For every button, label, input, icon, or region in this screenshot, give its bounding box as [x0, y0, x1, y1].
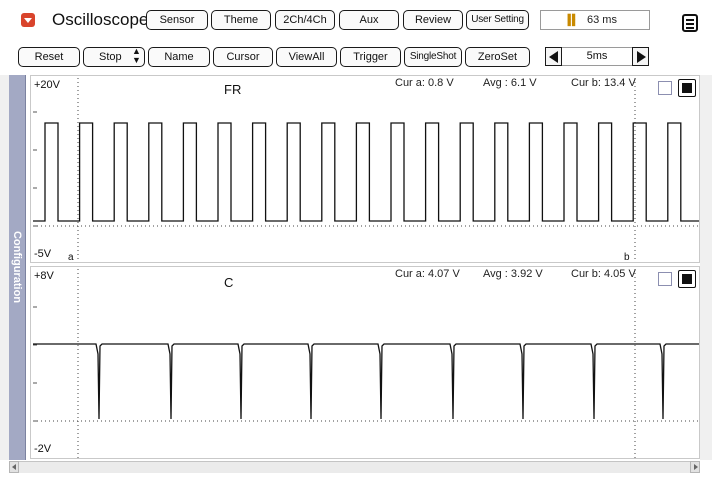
sensor-button[interactable]: Sensor — [146, 10, 208, 30]
scroll-left-button[interactable] — [9, 461, 19, 473]
timebase-increase-button[interactable] — [632, 47, 649, 66]
scroll-right-icon — [694, 464, 698, 470]
name-button[interactable]: Name — [148, 47, 210, 67]
timebase-decrease-button[interactable] — [545, 47, 562, 66]
fr-maximize-icon[interactable] — [678, 79, 696, 97]
c-average-value: Avg : 3.92 V — [483, 268, 543, 280]
channel-panel-c: +8V -2V C Cur a: 4.07 V Avg : 3.92 V Cur b… — [30, 266, 700, 459]
fr-scale-top: +20V — [34, 79, 60, 91]
cursor-button[interactable]: Cursor — [213, 47, 273, 67]
menu-icon[interactable] — [682, 14, 698, 32]
fr-cursor-a-value: Cur a: 0.8 V — [395, 77, 454, 89]
timer-icon: ▮▮ ▮▮ — [567, 12, 576, 27]
reset-button[interactable]: Reset — [18, 47, 80, 67]
single-shot-button[interactable]: SingleShot — [404, 47, 462, 67]
fr-scale-bottom: -5V — [34, 248, 52, 260]
c-readouts: Cur a: 4.07 V Avg : 3.92 V Cur b: 4.05 V — [395, 268, 636, 280]
fr-waveform-plot[interactable] — [31, 76, 700, 263]
left-margin — [0, 75, 9, 460]
c-checkbox-icon[interactable] — [658, 272, 672, 286]
c-scale-bottom: -2V — [34, 443, 52, 455]
channel-panel-fr: +20V -5V a b FR Cur a: 0.8 V Avg : 6.1 VC… — [30, 75, 700, 263]
review-button[interactable]: Review — [403, 10, 463, 30]
c-grid — [33, 269, 699, 458]
c-maximize-icon[interactable] — [678, 270, 696, 288]
configuration-tab-label: Configuration — [11, 230, 23, 304]
right-arrow-icon — [637, 51, 646, 63]
theme-button[interactable]: Theme — [211, 10, 271, 30]
dropdown-arrow-icon[interactable] — [21, 13, 35, 27]
aux-button[interactable]: Aux — [339, 10, 399, 30]
left-arrow-icon — [549, 51, 558, 63]
trigger-button[interactable]: Trigger — [340, 47, 401, 67]
fr-ticks — [33, 111, 37, 227]
c-scale-top: +8V — [34, 270, 54, 282]
timebase-value: 5ms — [562, 47, 632, 66]
top-toolbar: Oscilloscope Sensor Theme 2Ch/4Ch Aux Re… — [0, 0, 712, 74]
fr-cursor-b-value: Cur b: 13.4 V — [571, 77, 636, 89]
c-channel-name[interactable]: C — [224, 275, 233, 290]
configuration-tab[interactable]: Configuration — [9, 75, 26, 460]
right-margin — [700, 75, 712, 460]
scroll-right-button[interactable] — [690, 461, 700, 473]
fr-checkbox-icon[interactable] — [658, 81, 672, 95]
fr-waveform-trace — [33, 122, 699, 222]
fr-average-value: Avg : 6.1 V — [483, 77, 537, 89]
zero-set-button[interactable]: ZeroSet — [465, 47, 530, 67]
fr-channel-name[interactable]: FR — [224, 82, 241, 97]
view-all-button[interactable]: ViewAll — [276, 47, 337, 67]
app-title: Oscilloscope — [52, 10, 149, 29]
fr-cursor-b-tag: b — [624, 252, 630, 263]
elapsed-time-value: 63 ms — [587, 14, 617, 26]
c-cursor-b-value: Cur b: 4.05 V — [571, 268, 636, 280]
fr-readouts: Cur a: 0.8 V Avg : 6.1 V Cur b: 13.4 V — [395, 77, 636, 89]
channel-mode-button[interactable]: 2Ch/4Ch — [275, 10, 335, 30]
stop-button[interactable]: Stop ▲ ▼ — [83, 47, 145, 67]
fr-cursor-a-tag: a — [68, 252, 74, 263]
scroll-left-icon — [12, 464, 16, 470]
horizontal-scrollbar[interactable] — [9, 461, 700, 473]
up-down-arrows-icon: ▲ ▼ — [132, 47, 141, 65]
bottom-margin — [0, 473, 712, 485]
c-waveform-plot[interactable] — [31, 267, 700, 459]
c-ticks — [33, 306, 37, 422]
c-cursor-a-value: Cur a: 4.07 V — [395, 268, 460, 280]
elapsed-time-display: ▮▮ ▮▮ 63 ms — [540, 10, 650, 30]
stop-button-label: Stop — [99, 51, 122, 63]
c-waveform-trace — [33, 343, 699, 420]
user-setting-button[interactable]: User Setting — [466, 10, 529, 30]
